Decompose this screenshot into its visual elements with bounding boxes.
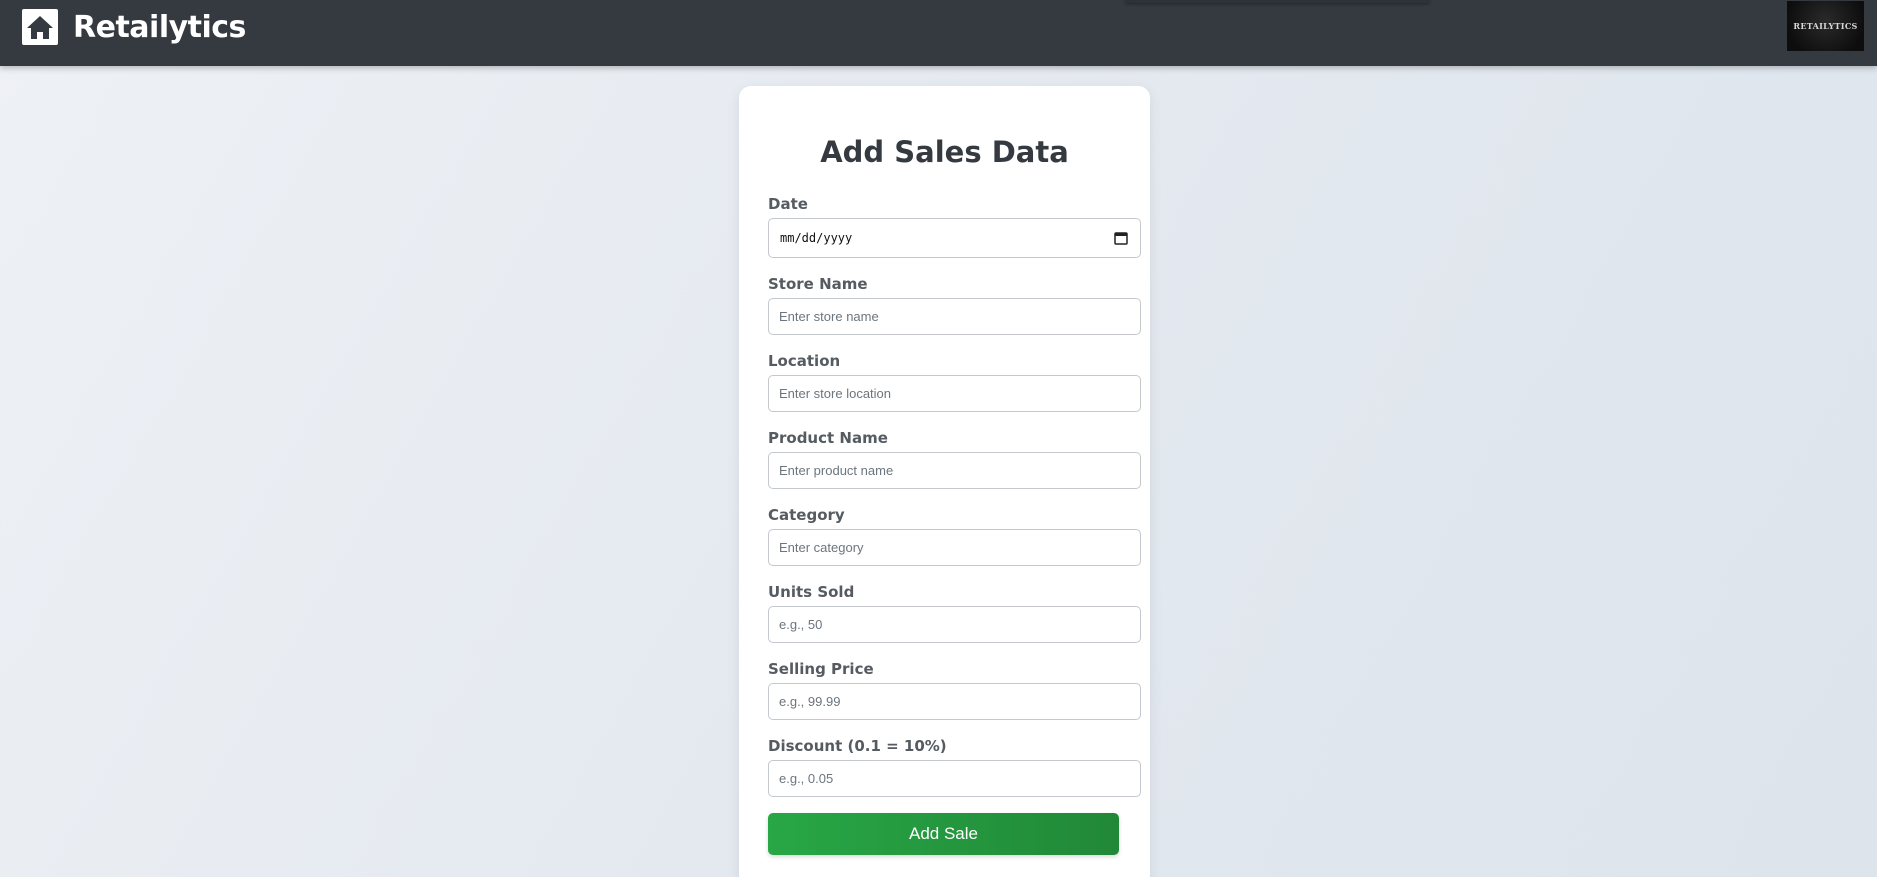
date-value: mm/dd/yyyy bbox=[780, 231, 853, 245]
calendar-icon[interactable] bbox=[1114, 231, 1128, 250]
category-input[interactable] bbox=[768, 529, 1141, 566]
logo-text: RETAILYTICS bbox=[1793, 21, 1858, 31]
selling-price-input[interactable] bbox=[768, 683, 1141, 720]
units-sold-input[interactable] bbox=[768, 606, 1141, 643]
nav-indicator bbox=[1125, 0, 1430, 3]
page-title: Add Sales Data bbox=[820, 135, 1069, 169]
location-label: Location bbox=[768, 352, 841, 370]
store-name-input[interactable] bbox=[768, 298, 1141, 335]
brand-logo[interactable]: RETAILYTICS bbox=[1787, 1, 1864, 51]
location-input[interactable] bbox=[768, 375, 1141, 412]
product-name-input[interactable] bbox=[768, 452, 1141, 489]
add-sale-button[interactable]: Add Sale bbox=[768, 813, 1119, 855]
home-icon[interactable] bbox=[22, 9, 58, 45]
date-field[interactable]: mm/dd/yyyy bbox=[768, 218, 1141, 258]
units-sold-label: Units Sold bbox=[768, 583, 855, 601]
top-navbar: Retailytics RETAILYTICS bbox=[0, 0, 1877, 66]
date-label: Date bbox=[768, 195, 808, 213]
category-label: Category bbox=[768, 506, 845, 524]
discount-input[interactable] bbox=[768, 760, 1141, 797]
selling-price-label: Selling Price bbox=[768, 660, 874, 678]
store-name-label: Store Name bbox=[768, 275, 868, 293]
product-name-label: Product Name bbox=[768, 429, 888, 447]
brand-title[interactable]: Retailytics bbox=[73, 8, 246, 48]
discount-label: Discount (0.1 = 10%) bbox=[768, 737, 947, 755]
